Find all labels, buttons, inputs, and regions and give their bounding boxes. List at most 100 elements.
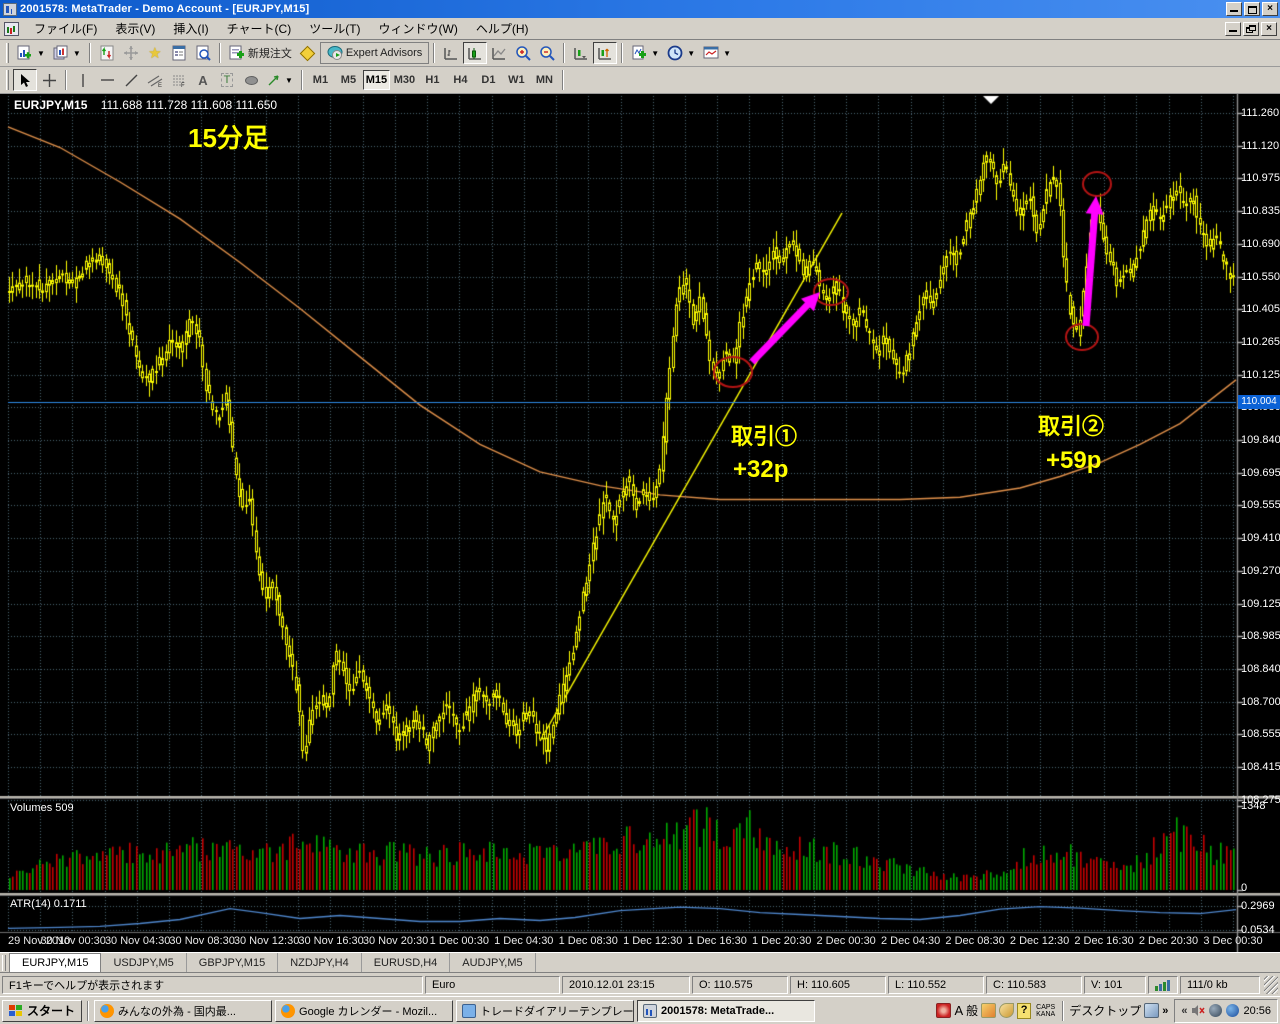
timeframe-m30[interactable]: M30 [391,70,418,90]
mdi-restore-button[interactable] [1243,22,1259,36]
chart-area: EURJPY,M15 111.688 111.728 111.608 111.6… [0,94,1280,952]
chevron-down-icon: ▼ [687,49,695,58]
chart-tab-1[interactable]: USDJPY,M5 [101,953,186,972]
tick-chart-button[interactable] [95,42,119,64]
chart-tab-2[interactable]: GBPJPY,M15 [187,953,278,972]
menu-item-5[interactable]: ウィンドウ(W) [370,18,467,39]
cursor-button[interactable] [13,69,37,91]
vertical-line-button[interactable] [71,69,95,91]
templates-button[interactable]: ▼ [699,42,735,64]
ellipse-icon [245,76,258,85]
ime-input-mode[interactable]: A [954,1003,963,1018]
time-axis-label: 2 Dec 12:30 [1008,935,1072,947]
menu-item-2[interactable]: 挿入(I) [164,18,217,39]
chart-window-icon[interactable] [4,22,19,36]
menu-item-4[interactable]: ツール(T) [300,18,369,39]
ime-palette-icon[interactable] [981,1003,996,1018]
price-axis-label: 110.125 [1241,369,1280,381]
line-chart-button[interactable] [487,42,511,64]
menu-item-0[interactable]: ファイル(F) [25,18,106,39]
menu-item-6[interactable]: ヘルプ(H) [467,18,538,39]
favorites-button[interactable]: ★ [143,42,167,64]
timeframe-m5[interactable]: M5 [335,70,362,90]
menu-item-1[interactable]: 表示(V) [106,18,164,39]
text-label-button[interactable]: T [215,69,239,91]
task-button-2[interactable]: トレードダイアリーテンプレー... [456,1000,634,1022]
status-close: C: 110.583 [986,976,1082,994]
new-order-button[interactable]: 新規注文 [225,42,296,64]
tray-network-icon[interactable] [1226,1004,1239,1017]
tray-app-icon[interactable] [1209,1004,1222,1017]
task-button-0[interactable]: みんなの外為 - 国内最... [94,1000,272,1022]
market-watch-button[interactable] [167,42,191,64]
timeframe-w1[interactable]: W1 [503,70,530,90]
firefox-icon [281,1004,295,1018]
status-open: O: 110.575 [692,976,788,994]
caps-kana-toggle[interactable]: CAPSKANA [1034,1004,1057,1018]
taskbar-divider [1062,1001,1064,1021]
templates-icon [703,45,719,61]
chart-tab-5[interactable]: AUDJPY,M5 [450,953,535,972]
timeframe-mn[interactable]: MN [531,70,558,90]
resize-grip[interactable] [1264,976,1278,994]
shapes-button[interactable] [239,69,263,91]
tray-collapse-chevron[interactable]: « [1181,1005,1187,1017]
bar-chart-button[interactable] [439,42,463,64]
expert-advisors-button[interactable]: Expert Advisors [320,42,429,64]
ime-help-button[interactable]: ? [1017,1003,1031,1019]
metaeditor-button[interactable] [296,42,320,64]
timeframe-h4[interactable]: H4 [447,70,474,90]
chart-tab-4[interactable]: EURUSD,H4 [362,953,451,972]
desktop-show-icon[interactable] [1144,1003,1159,1018]
time-axis-label: 30 Nov 04:30 [105,935,169,947]
toolbar-separator [301,70,303,90]
arrows-button[interactable]: ▼ [263,69,297,91]
timeframe-h1[interactable]: H1 [419,70,446,90]
timeframe-m15[interactable]: M15 [363,70,390,90]
volume-muted-icon[interactable] [1191,1004,1205,1017]
chart-shift-button[interactable] [593,42,617,64]
tabbar-grip[interactable] [2,955,6,971]
text-button[interactable]: A [191,69,215,91]
mdi-minimize-button[interactable] [1225,22,1241,36]
candlestick-chart-button[interactable] [463,42,487,64]
zoom-out-button[interactable] [535,42,559,64]
task-button-1[interactable]: Google カレンダー - Mozil... [275,1000,453,1022]
auto-scroll-button[interactable] [569,42,593,64]
connection-bars-icon [1155,978,1171,991]
navigator-button[interactable] [191,42,215,64]
chart-tab-0[interactable]: EURJPY,M15 [9,953,101,972]
profiles-button[interactable]: ▼ [49,42,85,64]
ime-conversion-mode[interactable]: 般 [966,1002,978,1019]
equidistant-channel-button[interactable]: E [143,69,167,91]
toolbar-grip[interactable] [6,43,9,63]
timeframe-d1[interactable]: D1 [475,70,502,90]
start-button[interactable]: スタート [2,1000,82,1022]
close-button[interactable]: × [1262,2,1278,16]
minimize-button[interactable] [1226,2,1242,16]
ime-toolbar: A 般 ? CAPSKANA デスクトップ » [933,1001,1171,1021]
toolbar-grip[interactable] [6,70,9,90]
fibonacci-button[interactable]: F [167,69,191,91]
indicators-button[interactable]: ▼ [627,42,663,64]
price-chart-canvas[interactable] [0,94,1280,952]
zoom-in-button[interactable] [511,42,535,64]
horizontal-line-button[interactable] [95,69,119,91]
toolbar-overflow-chevron[interactable]: » [1162,1005,1168,1017]
timeframe-m1[interactable]: M1 [307,70,334,90]
time-axis-label: 3 Dec 00:30 [1201,935,1265,947]
task-button-3[interactable]: 2001578: MetaTrade... [637,1000,815,1022]
crosshair-button[interactable] [37,69,61,91]
chart-tab-3[interactable]: NZDJPY,H4 [278,953,361,972]
status-help-text: F1キーでヘルプが表示されます [2,976,423,994]
mdi-close-button[interactable]: × [1261,22,1277,36]
periods-button[interactable]: ▼ [663,42,699,64]
maximize-button[interactable] [1244,2,1260,16]
desktop-toolbar-label[interactable]: デスクトップ [1069,1002,1141,1019]
menu-item-3[interactable]: チャート(C) [218,18,301,39]
crosshair-tool-button[interactable] [119,42,143,64]
trendline-button[interactable] [119,69,143,91]
new-chart-button[interactable]: ▼ [13,42,49,64]
ime-pen-icon[interactable] [936,1003,951,1018]
ime-pad-icon[interactable] [999,1003,1014,1018]
